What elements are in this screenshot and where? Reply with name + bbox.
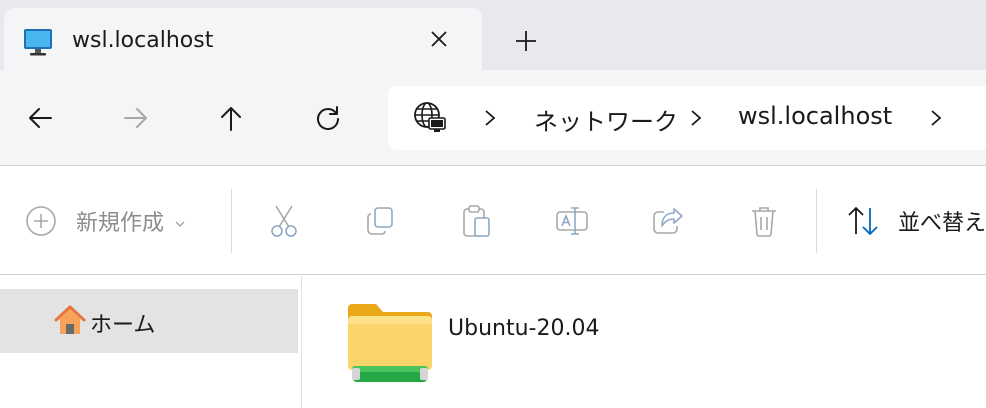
navigation-bar: ネットワーク wsl.localhost [0, 70, 986, 166]
refresh-icon[interactable] [310, 100, 346, 136]
delete-trash-icon[interactable] [746, 203, 782, 239]
tab-strip: wsl.localhost [0, 0, 986, 70]
file-list: Ubuntu-20.04 [302, 276, 986, 408]
arrow-left-icon[interactable] [22, 100, 58, 136]
copy-icon[interactable] [362, 203, 398, 239]
breadcrumb-network[interactable]: ネットワーク [534, 102, 678, 137]
network-globe-icon [412, 100, 448, 136]
navigation-pane: ホーム [0, 276, 302, 408]
file-name: Ubuntu-20.04 [448, 316, 600, 341]
new-tab-plus-icon[interactable] [510, 25, 542, 57]
tab-title: wsl.localhost [72, 28, 214, 53]
tab-wsl-localhost[interactable]: wsl.localhost [4, 8, 482, 70]
sidebar-item-label: ホーム [90, 313, 156, 338]
paste-icon[interactable] [458, 203, 494, 239]
network-folder-icon [346, 302, 434, 386]
command-bar: 新規作成 並べ替え [0, 167, 986, 275]
sort-arrows-icon [846, 204, 880, 238]
computer-icon [22, 26, 54, 58]
list-item[interactable]: Ubuntu-20.04 [346, 302, 646, 388]
breadcrumb-wsl-localhost[interactable]: wsl.localhost [738, 102, 892, 130]
sort-button-label: 並べ替え [898, 211, 986, 236]
arrow-right-icon[interactable] [118, 100, 154, 136]
cut-icon[interactable] [266, 203, 302, 239]
toolbar-divider [231, 189, 232, 253]
chevron-down-icon [174, 215, 186, 228]
chevron-right-icon[interactable] [480, 106, 500, 130]
plus-circle-icon [24, 204, 58, 238]
home-icon [52, 303, 88, 339]
new-button-label: 新規作成 [76, 211, 165, 236]
toolbar-divider [816, 189, 817, 253]
chevron-right-icon[interactable] [686, 106, 706, 130]
address-bar[interactable]: ネットワーク wsl.localhost [388, 86, 986, 150]
close-tab-icon[interactable] [424, 24, 454, 54]
rename-icon[interactable] [554, 203, 590, 239]
chevron-right-icon[interactable] [926, 106, 946, 130]
share-icon[interactable] [650, 203, 686, 239]
sort-button[interactable]: 並べ替え [846, 203, 986, 239]
arrow-up-icon[interactable] [213, 100, 249, 136]
sidebar-item-home[interactable]: ホーム [0, 289, 298, 353]
new-button[interactable]: 新規作成 [24, 203, 186, 239]
